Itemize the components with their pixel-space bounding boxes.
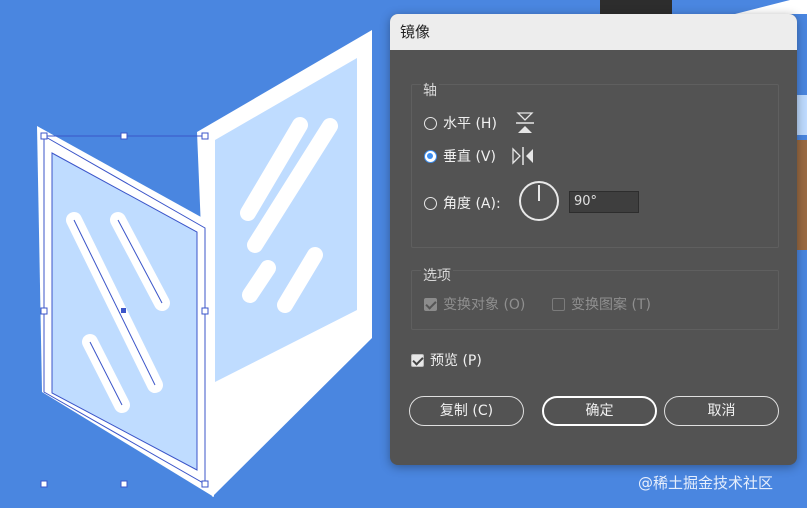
- options-group-label: 选项: [421, 265, 453, 285]
- cancel-button[interactable]: 取消: [664, 396, 779, 426]
- preview-checkbox[interactable]: [411, 353, 424, 367]
- axis-group-label: 轴: [421, 80, 439, 100]
- copy-button[interactable]: 复制 (C): [409, 396, 524, 426]
- dark-object-top: [600, 0, 672, 14]
- right-window-fragment: [735, 0, 807, 14]
- right-wood-fragment: [797, 140, 807, 250]
- transform-objects-checkbox[interactable]: [424, 297, 437, 311]
- transform-patterns-option[interactable]: 变换图案 (T): [552, 294, 651, 314]
- vertical-option[interactable]: 垂直 (V): [424, 146, 534, 166]
- horizontal-option[interactable]: 水平 (H): [424, 112, 535, 134]
- right-glass-fragment: [797, 95, 807, 135]
- selection-center-point: [121, 308, 126, 313]
- angle-input[interactable]: 90°: [569, 191, 639, 213]
- horizontal-radio[interactable]: [424, 116, 437, 130]
- mirror-vertical-icon: [512, 147, 533, 165]
- mirror-dialog: 镜像 轴 水平 (H) 垂直 (V) 角度 (A): 90° 选项 变换对象 (…: [390, 14, 797, 465]
- angle-label: 角度 (A):: [443, 196, 501, 212]
- angle-radio[interactable]: [424, 196, 437, 210]
- horizontal-label: 水平 (H): [443, 116, 497, 132]
- preview-option[interactable]: 预览 (P): [411, 350, 482, 370]
- vertical-label: 垂直 (V): [443, 149, 496, 165]
- watermark-text: @稀土掘金技术社区: [638, 474, 774, 492]
- transform-objects-option[interactable]: 变换对象 (O): [424, 294, 525, 314]
- transform-objects-label: 变换对象 (O): [443, 297, 526, 313]
- transform-patterns-checkbox[interactable]: [552, 297, 565, 311]
- ok-button[interactable]: 确定: [542, 396, 657, 426]
- dialog-title: 镜像: [390, 14, 797, 50]
- axis-group: [411, 84, 779, 248]
- angle-option[interactable]: 角度 (A):: [424, 193, 501, 213]
- transform-patterns-label: 变换图案 (T): [571, 297, 651, 313]
- preview-label: 预览 (P): [430, 353, 482, 369]
- vertical-radio[interactable]: [424, 149, 437, 163]
- mirror-horizontal-icon: [515, 112, 534, 133]
- angle-dial-icon[interactable]: [519, 181, 559, 221]
